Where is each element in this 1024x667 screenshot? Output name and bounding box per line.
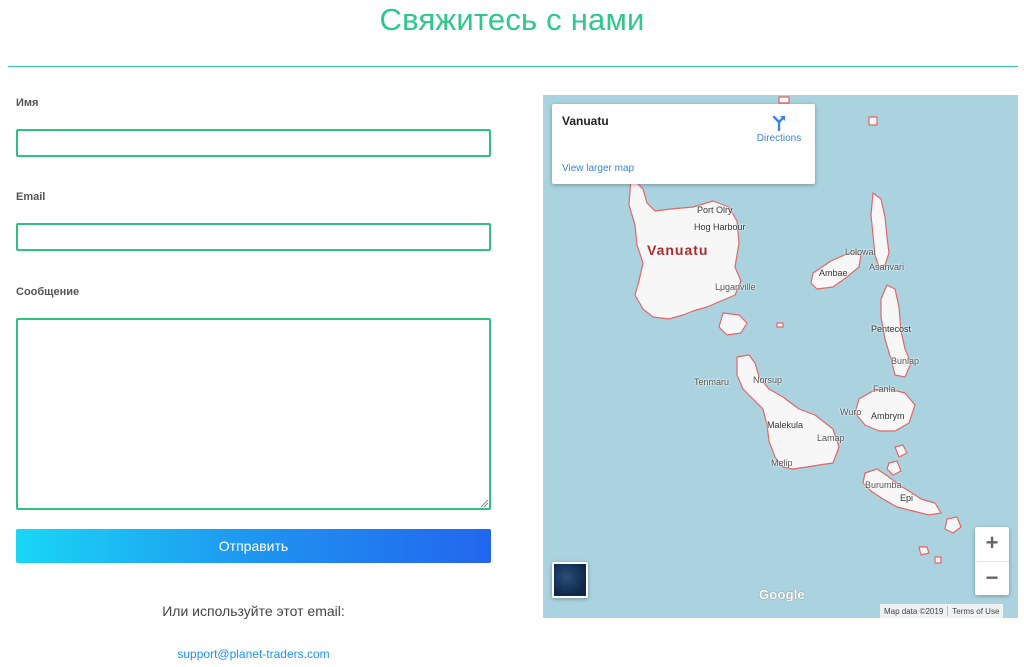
map-place-label: Norsup: [753, 375, 783, 385]
view-larger-map-link[interactable]: View larger map: [562, 163, 634, 174]
map-attribution: Map data ©2019: [884, 606, 944, 616]
zoom-in-button[interactable]: +: [975, 527, 1009, 561]
email-label: Email: [16, 191, 46, 203]
satellite-layer-toggle[interactable]: [552, 562, 588, 598]
map-place-label: Malekula: [767, 420, 804, 430]
map-place-label: Ambrym: [871, 411, 905, 421]
header-divider: [8, 66, 1018, 67]
zoom-control: + −: [975, 527, 1009, 595]
email-input[interactable]: [16, 223, 491, 251]
map-place-label: Epi: [900, 493, 914, 503]
support-email-link[interactable]: support@planet-traders.com: [0, 647, 507, 661]
directions-label: Directions: [756, 133, 802, 144]
map-place-label: Bunlap: [891, 356, 920, 366]
map-place-label: Lamap: [817, 433, 845, 443]
map-place-label: Burumba: [865, 480, 902, 490]
map-attribution-bar: Map data ©2019 Terms of Use: [880, 604, 1004, 618]
terms-of-use-link[interactable]: Terms of Use: [948, 607, 1003, 616]
map-place-title: Vanuatu: [562, 114, 609, 128]
map-place-label: Hog Harbour: [694, 222, 746, 232]
directions-button[interactable]: Directions: [750, 114, 808, 144]
message-textarea[interactable]: [16, 318, 491, 510]
google-logo: Google: [759, 587, 805, 602]
map-place-label: Fanla: [873, 384, 896, 394]
directions-icon: [772, 115, 786, 132]
map-country-label: Vanuatu: [647, 242, 709, 258]
map-embed[interactable]: Port Olry Hog Harbour Vanuatu Luganville…: [543, 95, 1018, 618]
island-malekula: [736, 354, 840, 470]
name-input[interactable]: [16, 129, 491, 157]
island-aore: [718, 312, 748, 336]
island-small-3: [868, 116, 878, 126]
submit-button[interactable]: Отправить: [16, 529, 491, 563]
map-place-label: Luganville: [715, 282, 756, 292]
island-small-5: [776, 322, 784, 328]
map-place-label: Ambae: [819, 268, 848, 278]
island-ambrym: [854, 388, 916, 432]
map-place-label: Lolowai: [845, 247, 876, 257]
island-small-1: [918, 546, 930, 556]
map-place-label: Asanvari: [869, 262, 905, 272]
island-epi: [862, 468, 942, 516]
island-small-4: [778, 96, 790, 104]
map-info-card: Vanuatu Directions View larger map: [552, 104, 815, 184]
map-place-label: Melip: [771, 458, 793, 468]
message-label: Сообщение: [16, 286, 80, 298]
page-title: Свяжитесь с нами: [379, 2, 645, 37]
name-label: Имя: [16, 97, 39, 109]
island-tongoa: [944, 516, 962, 534]
zoom-out-button[interactable]: −: [975, 561, 1009, 595]
island-small-2: [934, 556, 942, 564]
resize-grip-icon[interactable]: [479, 498, 489, 508]
island-paama: [886, 460, 902, 476]
map-place-label: Wuro: [840, 407, 862, 417]
island-lopevi: [894, 444, 908, 458]
alt-contact-text: Или используйте этот email:: [162, 603, 345, 619]
map-place-label: Port Olry: [697, 205, 733, 215]
map-place-label: Pentecost: [871, 324, 912, 334]
map-place-label: Tenmaru: [694, 377, 730, 387]
